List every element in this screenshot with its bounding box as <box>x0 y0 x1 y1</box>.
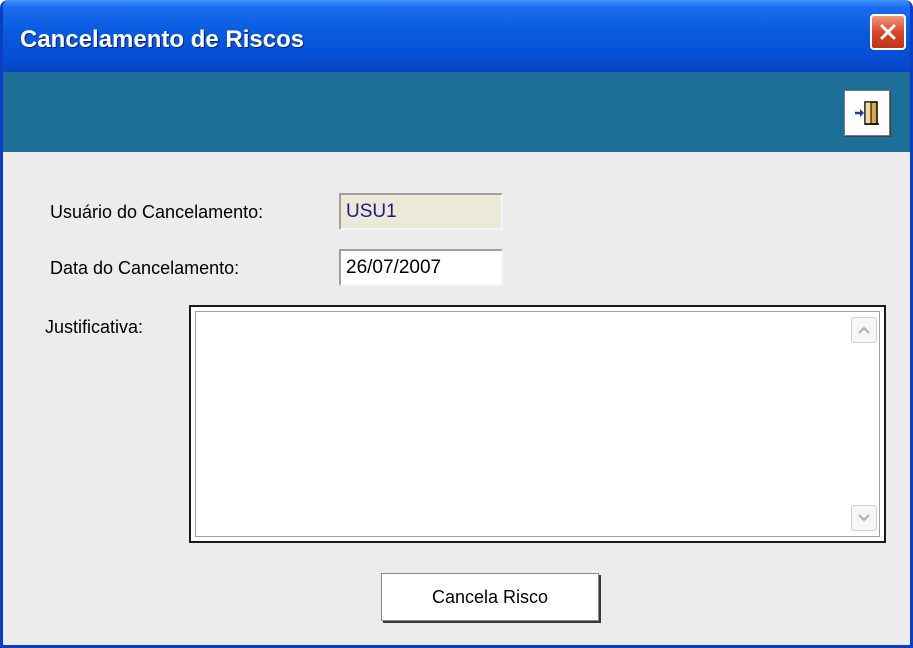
scroll-down-button[interactable] <box>851 505 877 531</box>
form-area: Usuário do Cancelamento: USU1 Data do Ca… <box>3 152 910 645</box>
close-button[interactable] <box>870 14 906 50</box>
exit-button[interactable] <box>844 90 890 136</box>
cancel-risk-button[interactable]: Cancela Risco <box>381 573 599 621</box>
data-label: Data do Cancelamento: <box>50 258 240 278</box>
justificativa-textarea[interactable] <box>189 305 886 543</box>
title-bar[interactable]: Cancelamento de Riscos <box>3 0 910 72</box>
chevron-down-icon <box>858 514 870 522</box>
window-title: Cancelamento de Riscos <box>20 26 305 53</box>
justificativa-text[interactable] <box>195 311 880 537</box>
justificativa-label: Justificativa: <box>45 317 144 337</box>
dialog-window: Cancelamento de Riscos Usuário do Cancel… <box>0 0 913 648</box>
toolbar <box>3 72 910 152</box>
exit-door-icon <box>855 101 879 125</box>
close-icon <box>880 24 896 40</box>
usuario-label: Usuário do Cancelamento: <box>50 202 264 222</box>
data-field[interactable]: 26/07/2007 <box>339 249 503 286</box>
chevron-up-icon <box>858 326 870 334</box>
vertical-scrollbar[interactable] <box>848 313 878 535</box>
scroll-up-button[interactable] <box>851 317 877 343</box>
usuario-field: USU1 <box>339 193 503 230</box>
